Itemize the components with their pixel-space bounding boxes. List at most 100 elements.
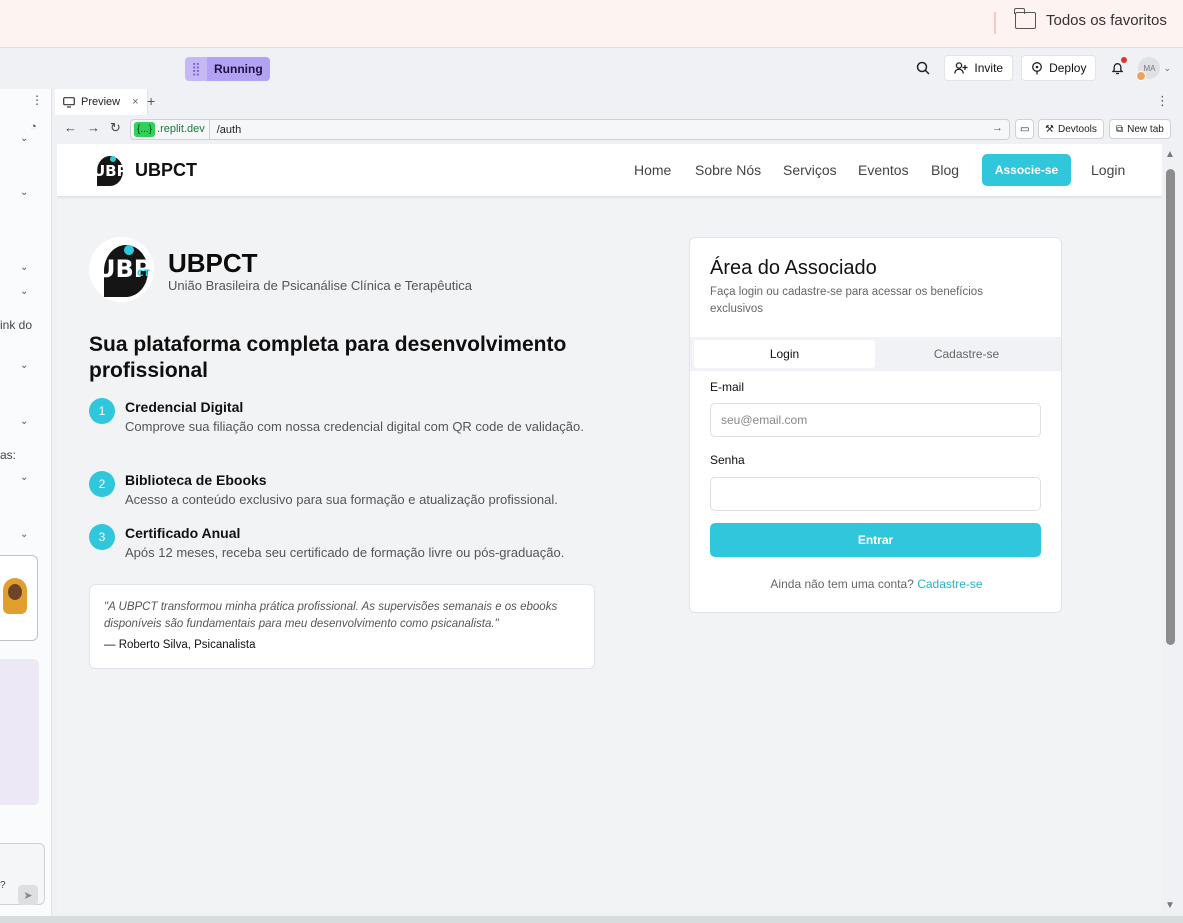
forward-arrow-icon[interactable]: →: [87, 120, 100, 135]
send-icon[interactable]: ➤: [18, 885, 38, 905]
more-vertical-icon[interactable]: ⋮: [1156, 93, 1169, 109]
scroll-up-arrow-icon[interactable]: ▲: [1165, 149, 1175, 160]
nav-link-servicos[interactable]: Serviços: [783, 162, 837, 178]
sidebar-panel: [0, 659, 39, 805]
sidebar-text-snippet: ink do: [0, 318, 33, 332]
login-submit-button[interactable]: Entrar: [710, 523, 1041, 557]
monitor-icon: [63, 96, 75, 108]
url-bar[interactable]: {...} .replit.dev /auth →: [130, 119, 1010, 140]
chevron-down-icon[interactable]: ⌄: [20, 360, 28, 371]
chevron-down-icon[interactable]: ⌄: [20, 529, 28, 540]
tab-preview-label: Preview: [81, 96, 121, 108]
folder-icon: [1014, 8, 1036, 29]
bookmark-bar: Todos os favoritos: [0, 0, 1183, 48]
site-logo[interactable]: UBP: [89, 152, 126, 189]
account-menu[interactable]: MA ⌄: [1136, 57, 1171, 81]
avatar: MA: [1136, 57, 1161, 81]
email-label: E-mail: [710, 380, 745, 394]
feature-title: Credencial Digital: [125, 399, 244, 415]
deploy-label: Deploy: [1049, 61, 1087, 75]
replit-top-bar: ⣿ Running Invite Deploy MA ⌄: [0, 49, 1183, 89]
email-field[interactable]: [710, 403, 1041, 437]
run-status-label: Running: [207, 57, 270, 81]
nav-link-home[interactable]: Home: [634, 162, 671, 178]
bookmark-folder-label: Todos os favoritos: [1046, 12, 1167, 29]
preview-scrollbar[interactable]: ▲ ▼: [1165, 149, 1176, 911]
search-icon[interactable]: [910, 55, 936, 81]
sidebar-text-snippet: as:: [0, 448, 17, 462]
scroll-down-arrow-icon[interactable]: ▼: [1165, 900, 1175, 911]
new-tab-label: New tab: [1127, 123, 1164, 135]
nav-link-login[interactable]: Login: [1091, 162, 1125, 178]
notifications-bell-icon[interactable]: [1104, 55, 1130, 81]
back-arrow-icon[interactable]: ←: [64, 120, 77, 135]
add-user-icon: [954, 62, 968, 74]
chevron-down-icon[interactable]: ⌄: [20, 472, 28, 483]
screen-icon[interactable]: ▭: [1015, 119, 1035, 139]
signup-link[interactable]: Cadastre-se: [917, 577, 982, 591]
feature-title: Biblioteca de Ebooks: [125, 472, 267, 488]
new-tab-plus-icon[interactable]: +: [147, 93, 155, 109]
signup-prompt-line: Ainda não tem uma conta? Cadastre-se: [690, 577, 1061, 591]
associe-se-button[interactable]: Associe-se: [982, 154, 1071, 186]
chevron-down-icon: ⌄: [1163, 62, 1171, 73]
deploy-icon: [1032, 61, 1043, 74]
nav-link-blog[interactable]: Blog: [931, 162, 959, 178]
invite-button[interactable]: Invite: [944, 55, 1014, 81]
nav-link-eventos[interactable]: Eventos: [858, 162, 909, 178]
hero-subtitle: União Brasileira de Psicanálise Clínica …: [168, 278, 472, 293]
chevron-down-icon[interactable]: ⌄: [20, 416, 28, 427]
devtools-button[interactable]: ⚒ Devtools: [1038, 119, 1104, 139]
tab-preview[interactable]: Preview ×: [55, 89, 148, 115]
left-sidebar: ⋮ ◔ ⌄ ⌄ ⌄ ⌄ ink do ⌄ ⌄ as: ⌄ ⌄ ? ➤: [0, 89, 52, 923]
more-vertical-icon[interactable]: ⋮: [31, 93, 43, 107]
feature-description: Após 12 meses, receba seu certificado de…: [125, 545, 565, 560]
testimonial-quote: "A UBPCT transformou minha prática profi…: [104, 601, 558, 630]
invite-label: Invite: [974, 61, 1004, 75]
chevron-down-icon[interactable]: ⌄: [20, 262, 28, 273]
auth-tabs: Login Cadastre-se: [690, 337, 1061, 371]
feature-number-badge: 2: [89, 471, 115, 497]
notification-dot: [1121, 57, 1128, 63]
chevron-down-icon[interactable]: ⌄: [20, 187, 28, 198]
nav-link-sobre-nos[interactable]: Sobre Nós: [695, 162, 761, 178]
deploy-button[interactable]: Deploy: [1021, 55, 1097, 81]
run-status-button[interactable]: ⣿ Running: [185, 57, 270, 81]
tab-signup[interactable]: Cadastre-se: [876, 340, 1057, 368]
hero-logo: UBP CT: [89, 237, 154, 302]
grid-icon: ⣿: [185, 57, 207, 81]
chevron-down-icon[interactable]: ⌄: [20, 133, 28, 144]
password-field[interactable]: [710, 477, 1041, 511]
signup-prompt-text: Ainda não tem uma conta?: [770, 577, 914, 591]
reload-icon[interactable]: ↻: [110, 120, 121, 136]
website-viewport: UBP UBPCT Home Sobre Nós Serviços Evento…: [57, 144, 1162, 913]
url-domain: .replit.dev: [155, 119, 210, 140]
devtools-label: Devtools: [1057, 123, 1097, 135]
bookmark-divider: [994, 12, 996, 34]
tab-login[interactable]: Login: [694, 340, 875, 368]
feature-title: Certificado Anual: [125, 525, 241, 541]
site-brand-name[interactable]: UBPCT: [135, 160, 197, 181]
bookmark-folder-all-favorites[interactable]: Todos os favoritos: [1014, 8, 1167, 29]
feature-number-badge: 1: [89, 398, 115, 424]
go-arrow-icon[interactable]: →: [992, 122, 1003, 134]
feature-number-badge: 3: [89, 524, 115, 550]
auth-subtitle: Faça login ou cadastre-se para acessar o…: [710, 286, 983, 315]
chevron-down-icon[interactable]: ⌄: [20, 286, 28, 297]
person-image: [3, 578, 27, 614]
scrollbar-thumb[interactable]: [1166, 169, 1175, 645]
feature-description: Comprove sua filiação com nossa credenci…: [125, 419, 584, 434]
wrench-icon: ⚒: [1045, 123, 1054, 135]
auth-title: Área do Associado: [710, 257, 877, 279]
speedometer-icon[interactable]: ◔: [30, 121, 37, 133]
hero-headline: Sua plataforma completa para desenvolvim…: [89, 333, 567, 382]
password-label: Senha: [710, 453, 745, 467]
testimonial-card: "A UBPCT transformou minha prática profi…: [89, 584, 595, 669]
screenshot-thumbnail[interactable]: [0, 555, 38, 641]
new-tab-button[interactable]: ⧉ New tab: [1109, 119, 1171, 139]
feature-description: Acesso a conteúdo exclusivo para sua for…: [125, 492, 558, 507]
url-toolbar: ← → ↻ {...} .replit.dev /auth → ▭ ⚒ Devt…: [55, 117, 1183, 141]
url-path: /auth: [216, 123, 242, 136]
preview-pane: Preview × + ⋮ ← → ↻ {...} .replit.dev /a…: [55, 89, 1183, 923]
close-icon[interactable]: ×: [132, 96, 138, 108]
